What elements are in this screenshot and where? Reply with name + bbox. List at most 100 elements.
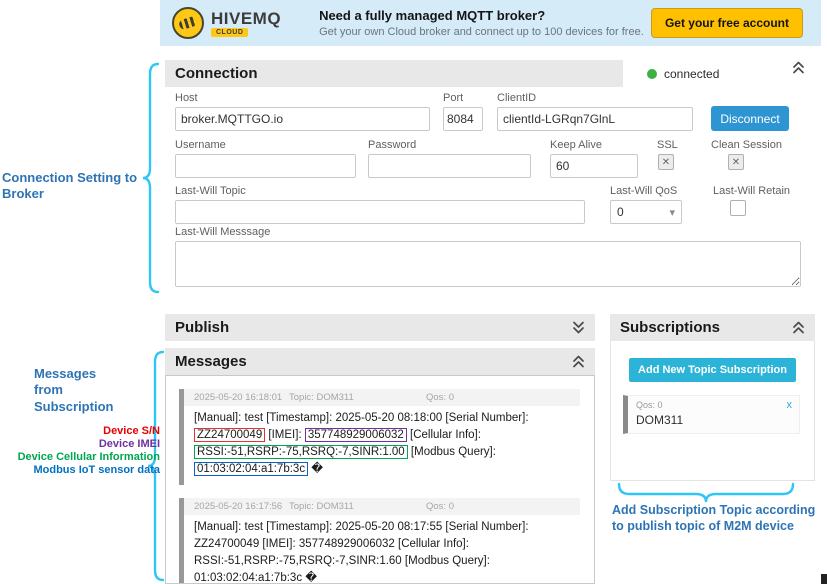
serial-number-value: ZZ24700049: [194, 428, 265, 442]
last-will-retain-checkbox[interactable]: [730, 200, 746, 216]
remove-subscription-button[interactable]: x: [787, 399, 793, 411]
message-timestamp: 2025-05-20 16:17:56: [194, 501, 289, 512]
clientid-input[interactable]: [497, 107, 693, 131]
keepalive-input[interactable]: [550, 154, 638, 178]
username-field: Username: [175, 139, 356, 178]
message-line: RSSI:-51,RSRP:-75,RSRQ:-7,SINR:1.00 [Mod…: [194, 444, 570, 461]
trailing-char: �: [311, 463, 323, 475]
host-input[interactable]: [175, 107, 430, 131]
clean-session-field: Clean Session: [711, 139, 782, 170]
mqtt-websocket-client-screen: HIVEMQ CLOUD Need a fully managed MQTT b…: [0, 0, 827, 584]
messages-section-header: Messages: [165, 348, 595, 375]
serial-number-value: ZZ24700049: [194, 538, 259, 550]
disconnect-button[interactable]: Disconnect: [711, 106, 789, 131]
messages-title: Messages: [165, 353, 247, 370]
chevron-double-up-icon: [791, 60, 806, 75]
keepalive-label: Keep Alive: [550, 139, 638, 151]
password-input[interactable]: [368, 154, 531, 178]
last-will-message-textarea[interactable]: [175, 241, 801, 287]
annotation-connection-setting: Connection Setting to Broker: [2, 170, 150, 203]
collapse-connection-button[interactable]: [791, 60, 806, 87]
ssl-field: SSL: [657, 139, 678, 170]
subscriptions-section-header: Subscriptions: [610, 314, 815, 341]
subscriptions-panel: Add New Topic Subscription Qos: 0 DOM311…: [610, 341, 815, 481]
message-line: [Manual]: test [Timestamp]: 2025-05-20 0…: [194, 519, 570, 536]
message-body: [Manual]: test [Timestamp]: 2025-05-20 0…: [184, 515, 580, 584]
message-line: 01:03:02:04:a1:7b:3c �: [194, 570, 570, 584]
message-topic: Topic: DOM311: [289, 501, 426, 512]
connection-title: Connection: [165, 65, 258, 82]
clean-session-checkbox[interactable]: [728, 154, 744, 170]
modbus-label: [Modbus Query]:: [405, 555, 490, 567]
last-will-retain-label: Last-Will Retain: [713, 185, 790, 197]
clientid-label: ClientID: [497, 92, 693, 104]
connected-dot-icon: [647, 69, 657, 79]
subscription-topic: DOM311: [636, 413, 791, 427]
chevron-double-up-icon: [791, 320, 806, 335]
collapse-messages-button[interactable]: [571, 354, 586, 369]
publish-title: Publish: [165, 319, 229, 336]
message-line: ZZ24700049 [IMEI]: 357748929006032 [Cell…: [194, 536, 570, 553]
imei-value: 357748929006032: [299, 538, 395, 550]
message-line: ZZ24700049 [IMEI]: 357748929006032 [Cell…: [194, 427, 570, 444]
annotation-device-cellular: Device Cellular Information: [8, 451, 160, 464]
message-header: 2025-05-20 16:18:01 Topic: DOM311 Qos: 0: [184, 389, 580, 406]
password-label: Password: [368, 139, 531, 151]
publish-section-header: Publish: [165, 314, 595, 341]
last-will-qos-value: 0: [617, 205, 624, 219]
ssl-label: SSL: [657, 139, 678, 151]
clean-session-label: Clean Session: [711, 139, 782, 151]
subscription-qos: Qos: 0: [636, 400, 791, 410]
imei-label: [IMEI]:: [262, 538, 295, 550]
port-input[interactable]: [443, 107, 483, 131]
chevron-down-icon: ▾: [669, 206, 675, 219]
banner-subtext: Get your own Cloud broker and connect up…: [319, 26, 644, 38]
subscription-item: Qos: 0 DOM311 x: [623, 395, 800, 434]
last-will-topic-field: Last-Will Topic: [175, 185, 585, 224]
last-will-qos-label: Last-Will QoS: [610, 185, 682, 197]
banner-copy: Need a fully managed MQTT broker? Get yo…: [319, 8, 644, 38]
connection-title-bar: Connection: [165, 60, 623, 87]
ssl-checkbox[interactable]: [658, 154, 674, 170]
annotation-device-labels: Device S/N Device IMEI Device Cellular I…: [8, 425, 160, 477]
connection-status-label: connected: [664, 67, 719, 81]
hivemq-logo: HIVEMQ CLOUD: [172, 7, 281, 39]
port-label: Port: [443, 92, 483, 104]
password-field: Password: [368, 139, 531, 178]
last-will-topic-label: Last-Will Topic: [175, 185, 585, 197]
chevron-double-down-icon: [571, 320, 586, 335]
chevron-double-up-icon: [571, 354, 586, 369]
logo-text: HIVEMQ CLOUD: [211, 10, 281, 37]
annotation-device-sn: Device S/N: [8, 425, 160, 438]
add-subscription-button[interactable]: Add New Topic Subscription: [629, 358, 796, 382]
annotation-device-imei: Device IMEI: [8, 438, 160, 451]
annotation-add-subscription: Add Subscription Topic according to publ…: [612, 503, 827, 534]
message-qos: Qos: 0: [426, 501, 576, 512]
port-field: Port: [443, 92, 483, 131]
cellular-label: [Cellular Info]:: [410, 429, 481, 441]
bee-icon: [172, 7, 204, 39]
message-line: [Manual]: test [Timestamp]: 2025-05-20 0…: [194, 410, 570, 427]
host-field: Host: [175, 92, 430, 131]
promo-banner: HIVEMQ CLOUD Need a fully managed MQTT b…: [160, 0, 821, 46]
trailing-char: �: [305, 572, 317, 584]
host-label: Host: [175, 92, 430, 104]
message-qos: Qos: 0: [426, 392, 576, 403]
last-will-retain-field: Last-Will Retain: [713, 185, 790, 216]
subscriptions-title: Subscriptions: [610, 319, 720, 336]
message-timestamp: 2025-05-20 16:18:01: [194, 392, 289, 403]
message-line: 01:03:02:04:a1:7b:3c �: [194, 461, 570, 478]
last-will-topic-input[interactable]: [175, 200, 585, 224]
last-will-qos-select[interactable]: 0 ▾: [610, 200, 682, 224]
last-will-message-field: Last-Will Messsage: [175, 226, 801, 287]
imei-value: 357748929006032: [305, 428, 407, 442]
username-input[interactable]: [175, 154, 356, 178]
cellular-value: RSSI:-51,RSRP:-75,RSRQ:-7,SINR:1.00: [194, 445, 408, 459]
get-free-account-button[interactable]: Get your free account: [651, 8, 803, 38]
message-topic: Topic: DOM311: [289, 392, 426, 403]
modbus-value: 01:03:02:04:a1:7b:3c: [194, 572, 302, 584]
collapse-subscriptions-button[interactable]: [791, 320, 806, 335]
message-item: 2025-05-20 16:18:01 Topic: DOM311 Qos: 0…: [179, 389, 580, 485]
expand-publish-button[interactable]: [571, 320, 586, 335]
message-header: 2025-05-20 16:17:56 Topic: DOM311 Qos: 0: [184, 498, 580, 515]
